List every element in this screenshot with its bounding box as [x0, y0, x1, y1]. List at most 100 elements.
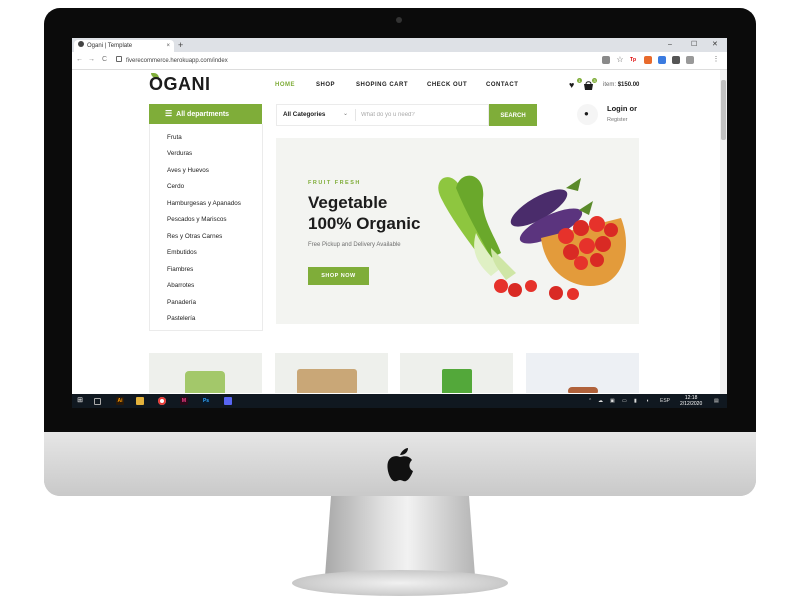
tray-chevron-icon[interactable]: ⌃ — [588, 397, 592, 405]
cart-total-value: $150.00 — [617, 82, 640, 88]
nav-shopping-cart[interactable]: SHOPING CART — [356, 82, 408, 88]
browser-tab[interactable]: Ogani | Template × — [74, 40, 174, 52]
url-text: fiverecommerce.herokuapp.com/index — [126, 58, 228, 64]
department-item[interactable]: Verduras — [167, 150, 192, 157]
profile-icon[interactable] — [686, 56, 694, 64]
new-tab-button[interactable]: + — [178, 39, 183, 51]
search-form: All Categories ⌄ — [276, 104, 489, 126]
hero-title: Vegetable 100% Organic — [308, 192, 420, 234]
notifications-icon[interactable]: ▤ — [714, 397, 719, 405]
tab-title: Ogani | Template — [87, 43, 133, 49]
department-item[interactable]: Aves y Huevos — [167, 167, 209, 174]
nav-contact[interactable]: CONTACT — [486, 82, 518, 88]
photoshop-icon[interactable]: Ps — [202, 397, 210, 405]
illustrator-icon[interactable]: Ai — [116, 397, 124, 405]
scroll-thumb[interactable] — [721, 80, 726, 140]
user-icon-circle[interactable]: ● — [577, 104, 598, 125]
back-button[interactable]: ← — [76, 55, 83, 65]
favicon-icon — [78, 41, 84, 48]
department-item[interactable]: Panadería — [167, 299, 196, 306]
department-item[interactable]: Cerdo — [167, 183, 184, 190]
product-image — [568, 387, 598, 393]
browser-tabbar: Ogani | Template × + – ☐ ✕ — [72, 38, 727, 52]
forward-button[interactable]: → — [88, 55, 95, 65]
chrome-icon[interactable] — [158, 397, 166, 405]
windows-taskbar: ⊞ Ai M Ps ⌃ ☁ ▣ ▭ ▮ ◖ ESP 12:18 2/12/2020… — [72, 394, 727, 408]
wishlist-badge: 1 — [577, 78, 582, 83]
department-item[interactable]: Hamburgesas y Apanados — [167, 200, 241, 207]
hamburger-icon: ☰ — [165, 109, 173, 118]
cart-total-label: item: — [603, 82, 617, 88]
minimize-button[interactable]: – — [668, 39, 672, 51]
cart-badge: 3 — [592, 78, 597, 83]
department-item[interactable]: Pescados y Mariscos — [167, 216, 227, 223]
site-logo[interactable]: OGANI — [149, 74, 211, 95]
login-link[interactable]: Login or — [607, 104, 637, 113]
department-item[interactable]: Embutidos — [167, 249, 197, 256]
clock[interactable]: 12:18 2/12/2020 — [680, 395, 702, 407]
indesign-icon[interactable]: M — [180, 397, 188, 405]
onedrive-icon[interactable]: ☁ — [598, 397, 603, 405]
category-card[interactable] — [526, 353, 639, 393]
maximize-button[interactable]: ☐ — [691, 39, 697, 51]
tray-app-icon[interactable]: ▣ — [610, 397, 615, 405]
extension-tp-icon[interactable]: Tp — [629, 56, 637, 64]
language-indicator[interactable]: ESP — [660, 397, 670, 405]
nav-checkout[interactable]: CHECK OUT — [427, 82, 467, 88]
category-card[interactable] — [275, 353, 388, 393]
address-bar[interactable]: fiverecommerce.herokuapp.com/index — [116, 56, 228, 66]
battery-icon[interactable]: ▮ — [634, 397, 637, 405]
shop-now-button[interactable]: SHOP NOW — [308, 267, 369, 285]
cart-total: item: $150.00 — [603, 82, 639, 88]
register-link[interactable]: Register — [607, 117, 627, 123]
camera — [396, 17, 402, 23]
department-item[interactable]: Pastelería — [167, 315, 195, 322]
volume-icon[interactable]: ◖ — [646, 397, 649, 405]
translate-icon[interactable] — [602, 56, 610, 64]
product-image — [185, 371, 225, 393]
display-icon[interactable]: ▭ — [622, 397, 627, 405]
page-scrollbar[interactable] — [720, 70, 727, 394]
extension-orange-icon[interactable] — [644, 56, 652, 64]
nav-home[interactable]: HOME — [275, 82, 295, 88]
extensions-puzzle-icon[interactable] — [672, 56, 680, 64]
browser-toolbar: ← → C fiverecommerce.herokuapp.com/index… — [72, 52, 727, 70]
heart-icon[interactable]: ♥ — [569, 80, 574, 90]
category-card[interactable] — [149, 353, 262, 393]
department-item[interactable]: Res y Otras Carnes — [167, 233, 222, 240]
windows-start-icon[interactable]: ⊞ — [76, 397, 84, 405]
category-select[interactable]: All Categories — [283, 111, 325, 118]
file-explorer-icon[interactable] — [136, 397, 144, 405]
tab-close-icon[interactable]: × — [166, 40, 170, 52]
chevron-down-icon[interactable]: ⌄ — [343, 110, 348, 117]
product-image — [442, 369, 472, 393]
hero-title-line1: Vegetable — [308, 193, 388, 212]
all-departments-label: All departments — [176, 111, 230, 118]
task-view-icon[interactable] — [94, 398, 101, 405]
search-button[interactable]: SEARCH — [489, 104, 537, 126]
all-departments-button[interactable]: ☰ All departments — [149, 104, 262, 124]
department-item[interactable]: Fiambres — [167, 266, 193, 273]
hero-banner: FRUIT FRESH Vegetable 100% Organic Free P… — [276, 138, 639, 324]
user-icon: ● — [584, 109, 589, 118]
product-image — [297, 369, 357, 393]
discord-icon[interactable] — [224, 397, 232, 405]
search-input[interactable] — [361, 108, 481, 122]
screen: Ogani | Template × + – ☐ ✕ ← → C fiverec… — [72, 38, 727, 408]
extension-blue-icon[interactable] — [658, 56, 666, 64]
chrome-menu-icon[interactable]: ⋮ — [712, 56, 720, 64]
close-window-button[interactable]: ✕ — [712, 39, 718, 51]
department-item[interactable]: Fruta — [167, 134, 182, 141]
department-item[interactable]: Abarrotes — [167, 282, 194, 289]
clock-date: 2/12/2020 — [680, 401, 703, 407]
category-card[interactable] — [400, 353, 513, 393]
nav-shop[interactable]: SHOP — [316, 82, 335, 88]
vegetables-image — [438, 175, 626, 300]
bok-choy-icon — [438, 175, 516, 280]
hero-tag: FRUIT FRESH — [308, 180, 361, 186]
bookmark-star-icon[interactable]: ☆ — [616, 56, 624, 64]
reload-button[interactable]: C — [102, 55, 107, 65]
hero-subtitle: Free Pickup and Delivery Available — [308, 242, 401, 248]
imac-stand-base — [292, 570, 508, 596]
search-divider — [355, 109, 356, 121]
